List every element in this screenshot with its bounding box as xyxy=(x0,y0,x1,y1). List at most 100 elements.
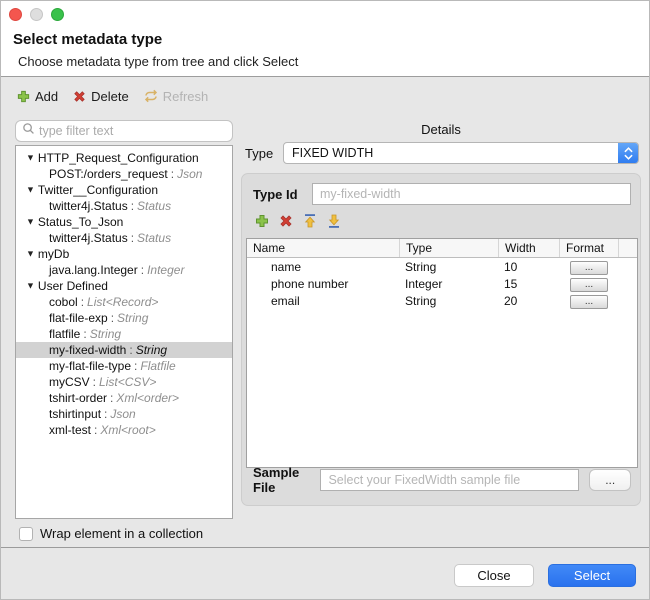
tree-item[interactable]: ▼ Status_To_Json xyxy=(16,214,232,230)
tree-item-separator: : xyxy=(80,295,85,309)
dialog-header: Select metadata type Choose metadata typ… xyxy=(1,1,649,77)
tree-item-label: Status_To_Json xyxy=(37,215,124,229)
disclosure-triangle-icon[interactable]: ▼ xyxy=(26,281,35,291)
dropdown-stepper-icon[interactable] xyxy=(618,143,638,163)
fields-table[interactable]: Name Type Width Format name String 10... ph… xyxy=(246,238,638,468)
close-button[interactable]: Close xyxy=(454,564,534,587)
tree-item[interactable]: flat-file-exp: String xyxy=(16,310,232,326)
footer-divider xyxy=(1,547,649,548)
tree-item-label: myCSV xyxy=(49,375,90,389)
disclosure-triangle-icon[interactable]: ▼ xyxy=(26,217,35,227)
tree-item[interactable]: my-fixed-width: String xyxy=(16,342,232,358)
tree-item-label: HTTP_Request_Configuration xyxy=(37,151,199,165)
disclosure-triangle-icon[interactable]: ▼ xyxy=(26,249,35,259)
add-plus-icon xyxy=(16,89,31,104)
field-row[interactable]: email String 20... xyxy=(247,292,637,309)
field-format-cell: ... xyxy=(559,276,618,292)
tree-item-separator: : xyxy=(110,391,114,405)
format-ellipsis-button[interactable]: ... xyxy=(570,277,608,292)
sample-file-input[interactable] xyxy=(320,469,580,491)
refresh-label: Refresh xyxy=(162,88,209,104)
tree-item-label: tshirtinput xyxy=(49,407,102,421)
tree-item-separator: : xyxy=(130,231,135,245)
sample-file-row: Sample File ... xyxy=(253,465,631,495)
fields-table-body: name String 10... phone number Integer 15... e… xyxy=(247,258,637,309)
tree-item-label: flat-file-exp xyxy=(49,311,108,325)
search-icon xyxy=(22,122,35,140)
type-row: Type FIXED WIDTH xyxy=(245,142,639,164)
tree-item-separator: : xyxy=(94,423,98,437)
add-button[interactable]: Add xyxy=(16,89,58,104)
filter-input[interactable] xyxy=(39,124,226,138)
tree-item[interactable]: tshirtinput: Json xyxy=(16,406,232,422)
tree-item[interactable]: tshirt-order: Xml<order> xyxy=(16,390,232,406)
sample-file-label: Sample File xyxy=(253,465,300,495)
tree-item-label: User Defined xyxy=(37,279,108,293)
refresh-button[interactable]: Refresh xyxy=(143,88,209,104)
tree-item-label: cobol xyxy=(49,295,78,309)
tree-item-label: myDb xyxy=(37,247,70,261)
minimize-window-icon xyxy=(30,8,43,21)
zoom-window-icon[interactable] xyxy=(51,8,64,21)
disclosure-triangle-icon[interactable]: ▼ xyxy=(26,153,35,163)
browse-sample-file-button[interactable]: ... xyxy=(589,469,631,491)
tree-item-label: tshirt-order xyxy=(49,391,108,405)
tree-item[interactable]: ▼ myDb xyxy=(16,246,232,262)
tree-item-label: twitter4j.Status xyxy=(49,231,128,245)
tree-item[interactable]: twitter4j.Status: Status xyxy=(16,198,232,214)
footer-buttons: Close Select xyxy=(454,564,636,587)
tree-item[interactable]: ▼ HTTP_Request_Configuration xyxy=(16,150,232,166)
field-width-cell: 15 xyxy=(504,276,518,291)
tree-item[interactable]: xml-test: Xml<root> xyxy=(16,422,232,438)
tree-toolbar: Add Delete Refresh xyxy=(16,88,208,104)
close-window-icon[interactable] xyxy=(9,8,22,21)
tree-item[interactable]: twitter4j.Status: Status xyxy=(16,230,232,246)
format-ellipsis-button[interactable]: ... xyxy=(570,260,608,275)
delete-button[interactable]: Delete xyxy=(72,89,129,104)
delete-field-icon[interactable] xyxy=(277,212,294,229)
wrap-collection-label: Wrap element in a collection xyxy=(40,526,204,541)
type-dropdown[interactable]: FIXED WIDTH xyxy=(283,142,639,164)
tree-item-label: Twitter__Configuration xyxy=(37,183,158,197)
disclosure-triangle-icon[interactable]: ▼ xyxy=(26,185,35,195)
wrap-collection-checkbox[interactable] xyxy=(19,526,33,541)
tree-item[interactable]: flatfile: String xyxy=(16,326,232,342)
field-row[interactable]: name String 10... xyxy=(247,258,637,275)
delete-x-icon xyxy=(72,89,87,104)
tree-item-type: Flatfile xyxy=(140,359,176,373)
tree-item[interactable]: java.lang.Integer: Integer xyxy=(16,262,232,278)
delete-label: Delete xyxy=(91,88,129,104)
filter-field[interactable] xyxy=(15,120,233,142)
column-header-width[interactable]: Width xyxy=(498,239,559,257)
column-header-type[interactable]: Type xyxy=(399,239,498,257)
tree-item-label: twitter4j.Status xyxy=(49,199,128,213)
move-field-to-top-icon[interactable] xyxy=(301,212,318,229)
column-header-format[interactable]: Format xyxy=(559,239,618,257)
tree-item[interactable]: ▼ Twitter__Configuration xyxy=(16,182,232,198)
tree-item-label: my-fixed-width xyxy=(49,343,127,357)
type-id-input[interactable] xyxy=(312,183,631,205)
window-controls xyxy=(9,8,64,21)
metadata-tree[interactable]: ▼ HTTP_Request_Configuration POST:/orders_… xyxy=(15,145,233,519)
type-id-label: Type Id xyxy=(253,186,298,202)
field-format-cell: ... xyxy=(559,259,618,275)
tree-item-separator: : xyxy=(110,311,115,325)
tree-item-type: Xml<order> xyxy=(116,391,180,405)
tree-item[interactable]: POST:/orders_request: Json xyxy=(16,166,232,182)
select-button[interactable]: Select xyxy=(548,564,636,587)
field-row[interactable]: phone number Integer 15... xyxy=(247,275,637,292)
field-width-cell: 10 xyxy=(504,259,518,274)
tree-item-separator: : xyxy=(140,263,145,277)
tree-item[interactable]: cobol: List<Record> xyxy=(16,294,232,310)
move-field-to-bottom-icon[interactable] xyxy=(325,212,342,229)
tree-item-type: Status xyxy=(137,231,172,245)
tree-item[interactable]: my-flat-file-type: Flatfile xyxy=(16,358,232,374)
add-field-icon[interactable] xyxy=(253,212,270,229)
tree-item-label: java.lang.Integer xyxy=(49,263,138,277)
tree-item[interactable]: ▼ User Defined xyxy=(16,278,232,294)
dialog-title: Select metadata type xyxy=(13,31,163,48)
format-ellipsis-button[interactable]: ... xyxy=(570,294,608,309)
column-header-name[interactable]: Name xyxy=(247,239,399,257)
tree-item-type: String xyxy=(135,343,168,357)
tree-item[interactable]: myCSV: List<CSV> xyxy=(16,374,232,390)
